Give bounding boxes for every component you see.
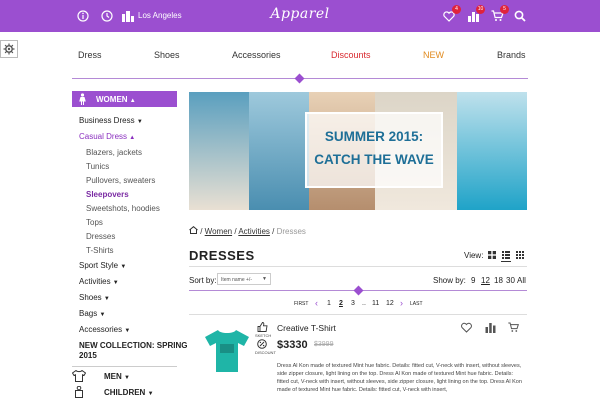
sidebar-item-bags[interactable]: Bags ▼ <box>79 309 105 318</box>
chevron-down-icon: ▼ <box>262 276 267 282</box>
pager-bottom-divider <box>189 314 527 315</box>
banner-text-box: SUMMER 2015: CATCH THE WAVE <box>305 112 443 188</box>
sidebar-item-business-dress[interactable]: Business Dress ▼ <box>79 116 143 125</box>
sidebar-subitem-tops[interactable]: Tops <box>86 218 103 227</box>
nav-divider-marker <box>294 73 305 84</box>
sidebar-subitem-blazers[interactable]: Blazers, jackets <box>86 148 142 157</box>
tshirt-icon <box>72 370 86 382</box>
pager-page-12[interactable]: 12 <box>386 300 394 307</box>
wishlist-count-badge: 4 <box>452 5 461 14</box>
show-by-30[interactable]: 30 <box>506 276 515 285</box>
pager-page-1[interactable]: 1 <box>327 300 331 307</box>
page-title: DRESSES <box>189 248 255 263</box>
sidebar-header-children[interactable]: CHILDREN ▼ <box>72 386 154 398</box>
sketch-label: SKETCH <box>255 333 272 338</box>
pager-next-icon[interactable]: › <box>400 298 403 308</box>
pager-last[interactable]: LAST <box>410 301 423 307</box>
sidebar-subitem-sleepovers[interactable]: Sleepovers <box>86 190 129 199</box>
product-image[interactable] <box>203 328 251 374</box>
pager-page-3[interactable]: 3 <box>351 300 355 307</box>
nav-item-dress[interactable]: Dress <box>78 50 102 60</box>
sidebar-separator <box>72 366 177 367</box>
product-name[interactable]: Creative T-Shirt <box>277 323 336 333</box>
list-view-active-underline <box>501 261 511 262</box>
view-label: View: <box>464 251 484 260</box>
sidebar-new-collection-line1[interactable]: NEW COLLECTION: SPRING <box>79 341 187 350</box>
nav-item-brands[interactable]: Brands <box>497 50 526 60</box>
settings-gear-button[interactable] <box>0 40 18 58</box>
sidebar-header-men[interactable]: MEN ▼ <box>72 370 130 382</box>
sidebar-header-women[interactable]: WOMEN ▲ <box>72 91 177 107</box>
compare-count-badge: 10 <box>476 5 485 14</box>
banner-photo-2 <box>249 92 309 210</box>
banner-photo-1 <box>189 92 249 210</box>
cart-count-badge: 5 <box>500 5 509 14</box>
cart-icon[interactable]: 5 <box>490 5 509 23</box>
wishlist-icon[interactable]: 4 <box>442 5 461 23</box>
breadcrumb-women[interactable]: Women <box>205 227 232 236</box>
pager-page-11[interactable]: 11 <box>372 300 379 307</box>
banner-headline-1: SUMMER 2015: <box>324 129 424 144</box>
nav-item-shoes[interactable]: Shoes <box>154 50 180 60</box>
woman-figure-icon <box>78 93 87 107</box>
show-by-9[interactable]: 9 <box>471 276 475 285</box>
pager-ellipsis: .. <box>362 300 366 307</box>
discount-label: DISCOUNT <box>255 350 276 355</box>
sort-select-value: Item name +/- <box>221 277 252 283</box>
breadcrumb: / Women / Activities / Dresses <box>189 226 306 236</box>
nav-item-new[interactable]: NEW <box>423 50 444 60</box>
breadcrumb-activities[interactable]: Activities <box>238 227 270 236</box>
compare-bars-icon[interactable] <box>485 322 496 333</box>
banner-photo-5 <box>457 92 527 210</box>
product-price: $3330 <box>277 339 308 351</box>
show-by-all[interactable]: All <box>517 276 526 285</box>
show-by-label: Show by: <box>433 276 466 285</box>
main-nav: Dress Shoes Accessories Discounts NEW Br… <box>70 50 530 64</box>
pager-divider-marker <box>353 285 364 296</box>
product-description: Dress Al Kon made of textured Mint hue f… <box>277 363 522 393</box>
pager-page-2[interactable]: 2 <box>339 300 343 307</box>
list-view-icon[interactable] <box>502 251 510 259</box>
sort-label: Sort by: <box>189 276 217 285</box>
thumbs-up-icon[interactable] <box>257 322 268 332</box>
nav-item-discounts[interactable]: Discounts <box>331 50 371 60</box>
pager-prev-icon[interactable]: ‹ <box>315 298 318 308</box>
home-icon[interactable] <box>189 226 198 234</box>
search-icon[interactable] <box>513 9 527 23</box>
top-bar: Los Angeles Apparel 4 10 5 <box>0 0 600 32</box>
sidebar-subitem-pullovers[interactable]: Pullovers, sweaters <box>86 176 155 185</box>
nav-item-accessories[interactable]: Accessories <box>232 50 281 60</box>
banner-headline-2: CATCH THE WAVE <box>314 152 434 167</box>
sidebar-subitem-tunics[interactable]: Tunics <box>86 162 109 171</box>
discount-icon[interactable] <box>257 339 267 349</box>
show-by-12[interactable]: 12 <box>481 276 490 285</box>
gear-icon <box>3 43 15 55</box>
child-figure-icon <box>75 386 83 398</box>
product-side-icons: SKETCH DISCOUNT <box>255 322 276 355</box>
sidebar-item-accessories[interactable]: Accessories ▼ <box>79 325 130 334</box>
sidebar-item-casual-dress[interactable]: Casual Dress ▲ <box>79 132 135 141</box>
compare-icon[interactable]: 10 <box>466 5 485 23</box>
sidebar-subitem-dresses[interactable]: Dresses <box>86 232 115 241</box>
product-old-price: $3999 <box>314 341 334 348</box>
sidebar-item-sport-style[interactable]: Sport Style ▼ <box>79 261 126 270</box>
compact-grid-view-icon[interactable] <box>516 251 524 259</box>
sidebar-header-label: WOMEN ▲ <box>96 95 136 104</box>
wishlist-heart-icon[interactable] <box>461 322 472 333</box>
title-divider <box>189 266 527 267</box>
grid-view-icon[interactable] <box>488 251 496 259</box>
breadcrumb-current: Dresses <box>276 227 306 236</box>
sidebar-new-collection-line2[interactable]: 2015 <box>79 351 97 360</box>
brand-logo[interactable]: Apparel <box>0 6 600 22</box>
sidebar-item-activities[interactable]: Activities ▼ <box>79 277 119 286</box>
sort-select[interactable]: Item name +/- ▼ <box>217 273 271 285</box>
sidebar-subitem-sweetshots[interactable]: Sweetshots, hoodies <box>86 204 160 213</box>
add-to-cart-icon[interactable] <box>508 322 519 333</box>
pager-first[interactable]: FIRST <box>294 301 308 307</box>
show-by-18[interactable]: 18 <box>494 276 503 285</box>
promo-banner[interactable]: SUMMER 2015: CATCH THE WAVE <box>189 92 527 210</box>
sidebar-item-shoes[interactable]: Shoes ▼ <box>79 293 110 302</box>
sidebar-subitem-tshirts[interactable]: T-Shirts <box>86 246 114 255</box>
